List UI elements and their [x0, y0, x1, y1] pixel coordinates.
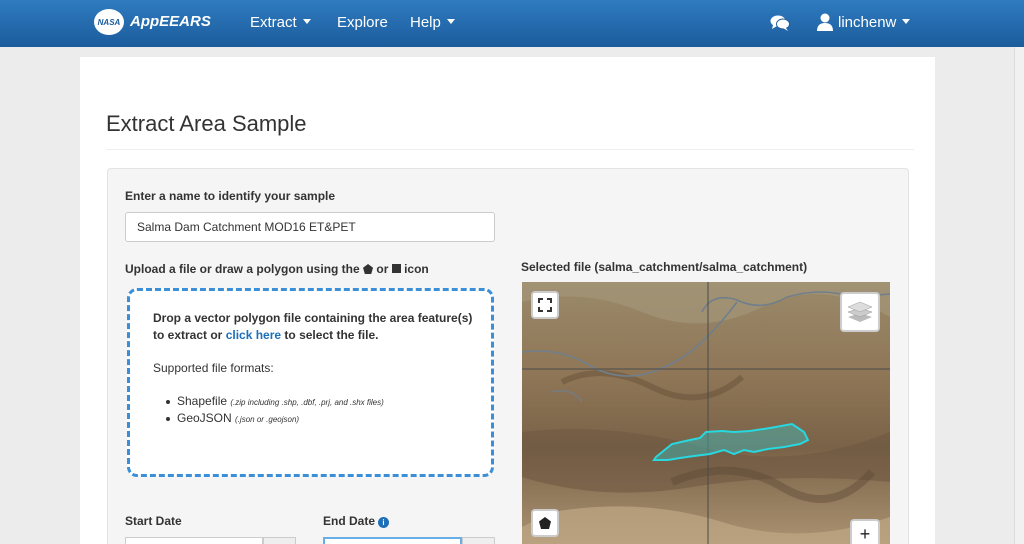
dropzone-instructions: Drop a vector polygon file containing th… — [153, 311, 473, 342]
selected-file-label: Selected file (salma_catchment/salma_cat… — [521, 260, 808, 274]
chevron-down-icon — [446, 19, 455, 24]
layers-button[interactable] — [840, 292, 880, 332]
fullscreen-button[interactable] — [531, 291, 559, 319]
start-date-calendar-button[interactable] — [263, 537, 296, 544]
user-icon — [817, 13, 833, 31]
sample-form-well: Enter a name to identify your sample Upl… — [107, 168, 909, 544]
main-panel: Extract Area Sample Enter a name to iden… — [80, 57, 935, 544]
format-item-shapefile: Shapefile (.zip including .shp, .dbf, .p… — [166, 394, 384, 411]
nav-extract-menu[interactable]: Extract — [250, 14, 311, 31]
nav-extract-label: Extract — [250, 14, 297, 31]
page-title: Extract Area Sample — [106, 111, 307, 136]
end-date-calendar-button[interactable] — [462, 537, 495, 544]
sample-name-label: Enter a name to identify your sample — [125, 189, 336, 203]
end-date-input[interactable] — [323, 537, 462, 544]
nav-help-label: Help — [410, 14, 441, 31]
page-scrollbar[interactable] — [1014, 47, 1024, 544]
upload-label: Upload a file or draw a polygon using th… — [125, 262, 429, 276]
satellite-imagery — [522, 282, 890, 544]
supported-formats-title: Supported file formats: — [153, 361, 274, 375]
brand-name[interactable]: AppEEARS — [130, 13, 211, 30]
nav-explore[interactable]: Explore — [337, 14, 388, 31]
nav-help-menu[interactable]: Help — [410, 14, 455, 31]
file-dropzone[interactable]: Drop a vector polygon file containing th… — [127, 288, 494, 477]
polygon-icon — [363, 264, 374, 274]
zoom-in-button[interactable]: + — [850, 519, 880, 544]
sample-name-input[interactable] — [125, 212, 495, 242]
comments-icon[interactable] — [770, 14, 790, 32]
nav-explore-label: Explore — [337, 14, 388, 31]
square-icon — [391, 264, 401, 273]
polygon-draw-icon — [539, 517, 551, 529]
chevron-down-icon — [302, 19, 311, 24]
format-item-geojson: GeoJSON (.json or .geojson) — [166, 411, 384, 428]
layers-icon — [847, 301, 873, 322]
nasa-logo[interactable]: NASA — [94, 9, 124, 35]
start-date-label: Start Date — [125, 514, 182, 528]
user-menu[interactable]: linchenw — [838, 14, 911, 31]
click-here-link[interactable]: click here — [226, 328, 281, 342]
draw-polygon-button[interactable] — [531, 509, 559, 537]
start-date-input[interactable] — [125, 537, 263, 544]
supported-formats-list: Shapefile (.zip including .shp, .dbf, .p… — [166, 394, 384, 428]
chevron-down-icon — [902, 19, 911, 24]
info-icon[interactable]: i — [378, 517, 390, 528]
title-divider — [106, 149, 914, 150]
end-date-label: End Date i — [323, 514, 390, 528]
top-navbar: NASA AppEEARS Extract Explore Help linch… — [0, 0, 1024, 47]
map-view[interactable]: + — [522, 282, 890, 544]
fullscreen-icon — [538, 298, 552, 312]
username: linchenw — [838, 14, 897, 31]
